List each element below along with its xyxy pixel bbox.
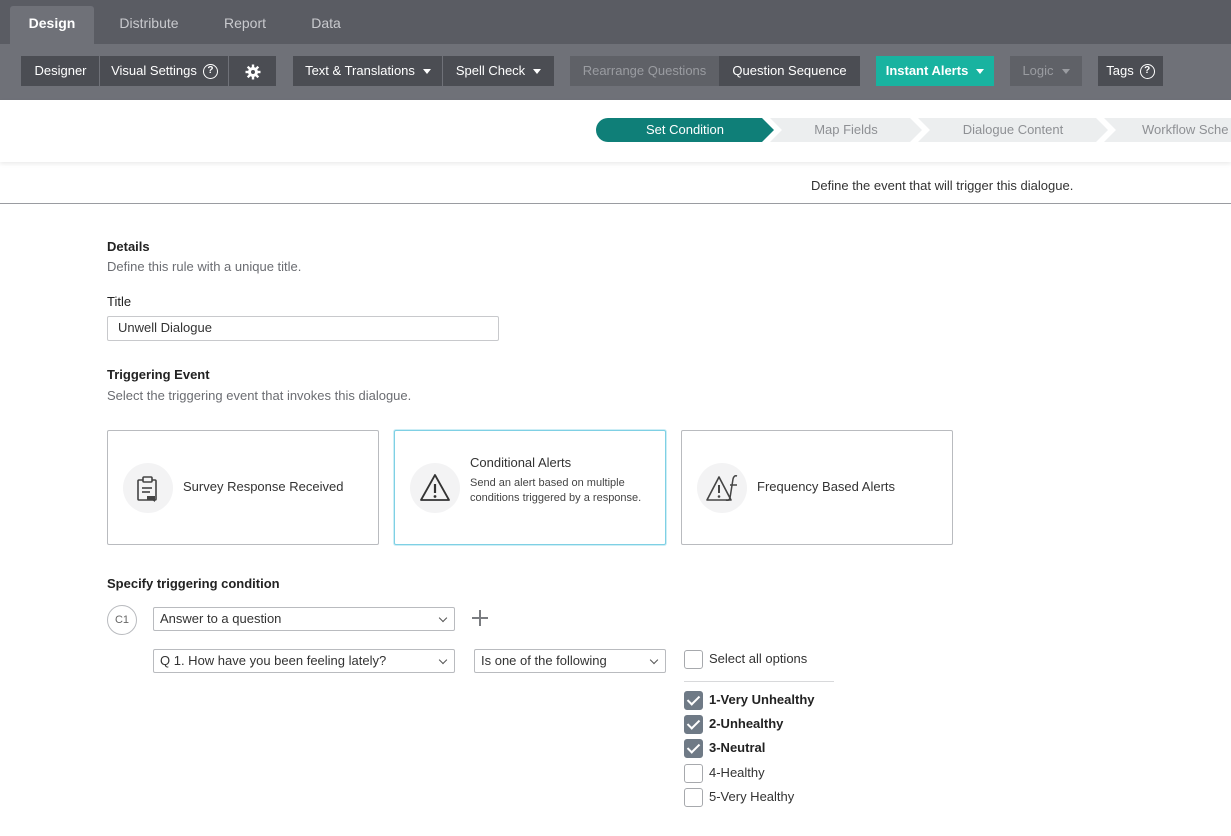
visual-settings-label: Visual Settings <box>111 63 197 78</box>
caret-down-icon <box>976 69 985 75</box>
step-workflow-schedule[interactable]: Workflow Sche <box>1104 118 1231 142</box>
step-dialogue-content[interactable]: Dialogue Content <box>918 118 1108 142</box>
option-label: 4-Healthy <box>709 765 765 780</box>
chevron-down-icon <box>649 655 659 665</box>
step-set-condition[interactable]: Set Condition <box>596 118 774 142</box>
spell-check-dropdown[interactable]: Spell Check <box>443 56 554 86</box>
option-label: Select all options <box>709 651 808 666</box>
card-survey-response-received[interactable]: Survey Response Received <box>107 430 379 545</box>
option-checkbox[interactable] <box>684 764 703 783</box>
chevron-down-icon <box>438 613 448 623</box>
card-frequency-based-alerts[interactable]: Frequency Based Alerts <box>681 430 953 545</box>
caret-down-icon <box>422 69 431 75</box>
design-toolbar: Designer Visual Settings? Text & Transla… <box>0 44 1231 100</box>
operator-value: Is one of the following <box>481 653 607 668</box>
option-checkbox[interactable] <box>684 788 703 807</box>
option-checkbox[interactable] <box>684 715 703 734</box>
card-description: Send an alert based on multiple conditio… <box>470 477 642 504</box>
gear-icon <box>245 64 260 80</box>
designer-button[interactable]: Designer <box>21 56 100 86</box>
instant-alerts-label: Instant Alerts <box>885 63 969 78</box>
option-checkbox[interactable] <box>684 739 703 758</box>
step-map-fields[interactable]: Map Fields <box>770 118 922 142</box>
logic-label: Logic <box>1022 63 1054 78</box>
option-label: 1-Very Unhealthy <box>709 692 815 707</box>
question-sequence-button[interactable]: Question Sequence <box>719 56 860 86</box>
help-icon: ? <box>1139 64 1155 80</box>
details-heading: Details <box>107 239 150 254</box>
operator-select[interactable]: Is one of the following <box>474 649 666 673</box>
logic-dropdown[interactable]: Logic <box>1010 56 1082 86</box>
condition-id-badge: C1 <box>107 605 137 635</box>
instant-alerts-dropdown[interactable]: Instant Alerts <box>876 56 994 86</box>
tags-button[interactable]: Tags? <box>1098 56 1163 86</box>
condition-type-value: Answer to a question <box>160 611 282 626</box>
option-label: 5-Very Healthy <box>709 789 795 804</box>
steps-bar: Set Condition Map Fields Dialogue Conten… <box>0 100 1231 162</box>
frequency-alert-icon <box>697 463 747 513</box>
text-translations-dropdown[interactable]: Text & Translations <box>293 56 443 86</box>
question-value: Q 1. How have you been feeling lately? <box>160 653 387 668</box>
caret-down-icon <box>1061 69 1070 75</box>
triggering-event-description: Select the triggering event that invokes… <box>107 388 412 403</box>
visual-settings-button[interactable]: Visual Settings? <box>100 56 229 86</box>
option-label: 2-Unhealthy <box>709 716 784 731</box>
tab-data[interactable]: Data <box>296 6 356 44</box>
title-label: Title <box>107 294 132 309</box>
add-condition-icon[interactable] <box>471 609 489 627</box>
clipboard-icon <box>123 463 173 513</box>
step-label: Dialogue Content <box>962 122 1064 137</box>
option-checkbox[interactable] <box>684 691 703 710</box>
caret-down-icon <box>533 69 542 75</box>
card-title: Survey Response Received <box>183 479 344 494</box>
step-label: Set Condition <box>645 122 725 137</box>
chevron-down-icon <box>438 655 448 665</box>
settings-button[interactable] <box>229 56 276 86</box>
condition-type-select[interactable]: Answer to a question <box>153 607 455 631</box>
warning-icon <box>410 463 460 513</box>
section-divider <box>0 203 1231 204</box>
help-icon: ? <box>202 64 218 80</box>
tab-report[interactable]: Report <box>210 6 280 44</box>
question-select[interactable]: Q 1. How have you been feeling lately? <box>153 649 455 673</box>
card-title: Frequency Based Alerts <box>757 479 896 494</box>
text-translations-label: Text & Translations <box>305 63 415 78</box>
tab-distribute[interactable]: Distribute <box>104 6 194 44</box>
rearrange-questions-button[interactable]: Rearrange Questions <box>570 56 719 86</box>
triggering-event-heading: Triggering Event <box>107 367 210 382</box>
card-title: Conditional Alerts <box>470 455 572 470</box>
spell-check-label: Spell Check <box>455 63 526 78</box>
title-input[interactable]: Unwell Dialogue <box>107 316 499 341</box>
step-label: Map Fields <box>814 122 878 137</box>
tags-label: Tags <box>1106 63 1134 78</box>
triggering-condition-heading: Specify triggering condition <box>107 576 280 591</box>
details-description: Define this rule with a unique title. <box>107 259 302 274</box>
top-nav: Design Distribute Report Data <box>0 0 1231 44</box>
card-conditional-alerts[interactable]: Conditional Alerts Send an alert based o… <box>394 430 666 545</box>
select-all-checkbox[interactable] <box>684 650 703 669</box>
options-divider <box>684 681 834 682</box>
tab-design[interactable]: Design <box>10 6 94 44</box>
option-label: 3-Neutral <box>709 740 766 755</box>
page-subtitle: Define the event that will trigger this … <box>811 178 1074 193</box>
step-label: Workflow Sche <box>1142 122 1229 137</box>
designer-label: Designer <box>34 63 87 78</box>
